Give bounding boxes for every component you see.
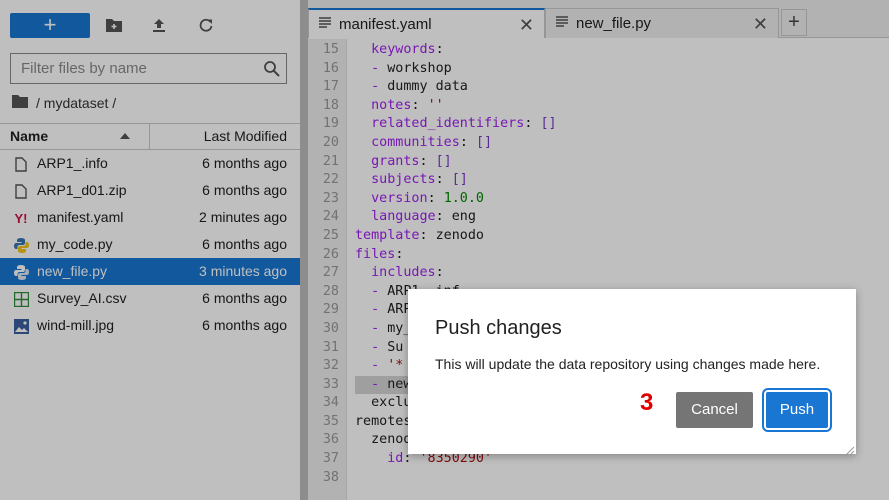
step-marker: 3	[640, 389, 654, 416]
dialog-message: This will update the data repository usi…	[435, 356, 821, 372]
resize-handle-icon[interactable]	[845, 443, 855, 456]
cancel-button[interactable]: Cancel	[676, 392, 753, 428]
push-button[interactable]: Push	[762, 388, 832, 432]
push-changes-dialog: Push changes This will update the data r…	[408, 289, 856, 456]
dialog-title: Push changes	[435, 317, 562, 339]
